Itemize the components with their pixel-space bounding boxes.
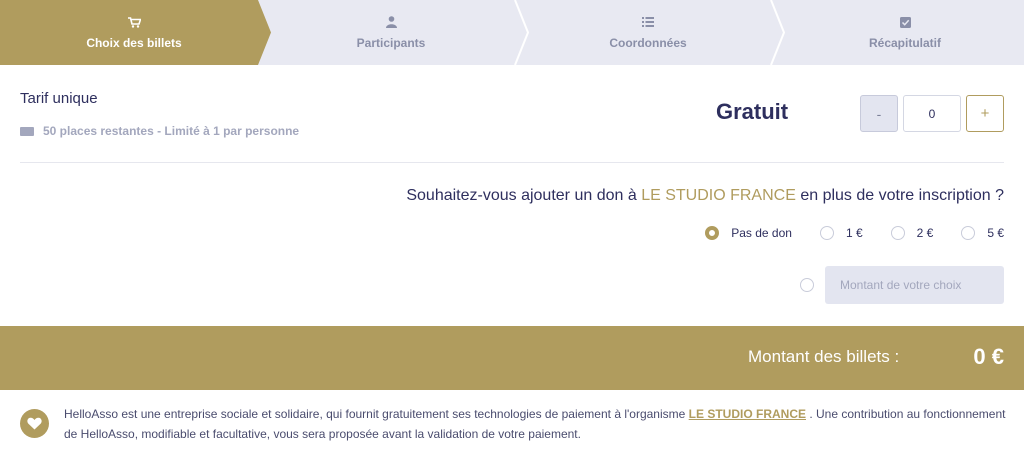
- radio-button[interactable]: [705, 226, 720, 240]
- donation-option-label: Pas de don: [731, 226, 792, 240]
- quantity-decrease-button[interactable]: -: [860, 95, 898, 132]
- radio-button[interactable]: [961, 226, 976, 240]
- list-icon: [642, 15, 654, 29]
- ticket-availability-text: 50 places restantes - Limité à 1 par per…: [43, 124, 300, 138]
- step-label: Coordonnées: [609, 36, 687, 50]
- quantity-input[interactable]: 0: [903, 95, 961, 132]
- donation-option-custom-radio[interactable]: [800, 278, 814, 292]
- step-choix-des-billets[interactable]: Choix des billets: [0, 0, 268, 65]
- step-recapitulatif[interactable]: Récapitulatif: [776, 0, 1024, 65]
- radio-button[interactable]: [819, 226, 834, 240]
- donation-option-none[interactable]: Pas de don: [705, 226, 792, 240]
- custom-donation-input[interactable]: Montant de votre choix: [825, 266, 1004, 304]
- donation-question: Souhaitez-vous ajouter un don à LE STUDI…: [406, 187, 1004, 205]
- cart-icon: [127, 15, 141, 29]
- heart-icon: [20, 409, 49, 438]
- donation-question-suffix: en plus de votre inscription ?: [800, 187, 1004, 204]
- radio-button[interactable]: [890, 226, 905, 240]
- step-coordonnees[interactable]: Coordonnées: [520, 0, 776, 65]
- ticket-name: Tarif unique: [20, 90, 98, 107]
- step-participants[interactable]: Participants: [262, 0, 520, 65]
- user-icon: [385, 15, 397, 29]
- donation-question-prefix: Souhaitez-vous ajouter un don à: [406, 187, 637, 204]
- donation-options: Pas de don 1 € 2 € 5 €: [705, 226, 1004, 240]
- helloasso-notice: HelloAsso est une entreprise sociale et …: [64, 404, 1014, 444]
- step-label: Participants: [356, 36, 426, 50]
- ticket-availability: 50 places restantes - Limité à 1 par per…: [20, 124, 299, 138]
- ticket-price: Gratuit: [716, 99, 789, 124]
- organization-link[interactable]: LE STUDIO FRANCE: [689, 407, 806, 421]
- total-label: Montant des billets :: [748, 347, 900, 366]
- total-bar: Montant des billets : 0 €: [0, 326, 1024, 390]
- donation-organization: LE STUDIO FRANCE: [641, 187, 796, 204]
- section-divider: [20, 162, 1004, 163]
- donation-option-2[interactable]: 2 €: [890, 226, 934, 240]
- donation-option-1[interactable]: 1 €: [819, 226, 863, 240]
- donation-option-label: 1 €: [845, 226, 863, 240]
- helloasso-notice-text: HelloAsso est une entreprise sociale et …: [64, 407, 686, 421]
- total-value: 0 €: [973, 344, 1004, 369]
- quantity-increase-button[interactable]: +: [966, 95, 1004, 132]
- donation-option-label: 5 €: [987, 226, 1004, 240]
- ticket-icon: [20, 126, 34, 136]
- donation-option-label: 2 €: [916, 226, 934, 240]
- checkout-stepper: Choix des billets Participants Coordonné…: [0, 0, 1024, 65]
- donation-option-5[interactable]: 5 €: [961, 226, 1004, 240]
- step-label: Récapitulatif: [868, 36, 941, 50]
- step-label: Choix des billets: [86, 36, 182, 50]
- check-square-icon: [899, 15, 911, 29]
